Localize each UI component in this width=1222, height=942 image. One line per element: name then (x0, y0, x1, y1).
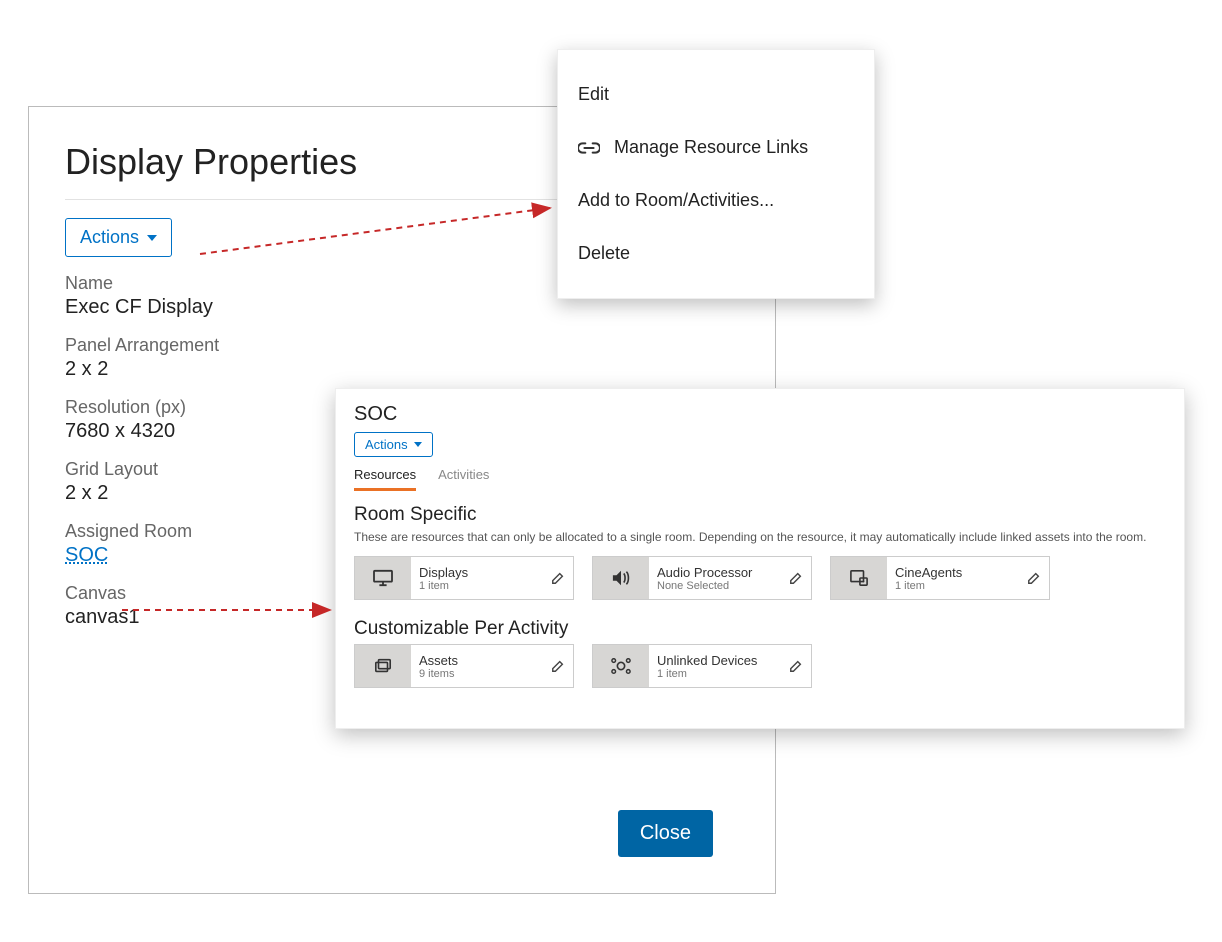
card-cineagents-title: CineAgents (895, 565, 1019, 580)
card-audioproc-sub: None Selected (657, 580, 781, 592)
menu-item-addroom-label: Add to Room/Activities... (578, 190, 774, 211)
card-assets: Assets 9 items (354, 644, 574, 688)
card-displays-title: Displays (419, 565, 543, 580)
menu-item-edit[interactable]: Edit (558, 68, 874, 121)
room-specific-card-row: Displays 1 item Audio Processor None Sel… (354, 556, 1166, 600)
monitor-icon (355, 557, 411, 599)
section-room-specific-heading: Room Specific (354, 504, 1166, 526)
caret-down-icon (147, 235, 157, 241)
soc-actions-label: Actions (365, 437, 408, 452)
agent-icon (831, 557, 887, 599)
edit-assets-button[interactable] (543, 659, 573, 673)
section-room-specific-desc: These are resources that can only be all… (354, 530, 1166, 544)
menu-item-delete[interactable]: Delete (558, 227, 874, 280)
speaker-icon (593, 557, 649, 599)
tab-resources[interactable]: Resources (354, 467, 416, 491)
soc-room-panel: SOC Actions Resources Activities Room Sp… (335, 388, 1185, 729)
actions-dropdown-button[interactable]: Actions (65, 218, 172, 257)
menu-item-manage-label: Manage Resource Links (614, 137, 808, 158)
caret-down-icon (414, 442, 422, 447)
close-button[interactable]: Close (618, 810, 713, 857)
menu-item-manage-resource-links[interactable]: Manage Resource Links (558, 121, 874, 174)
card-cineagents: CineAgents 1 item (830, 556, 1050, 600)
field-value-name: Exec CF Display (65, 296, 739, 319)
menu-item-edit-label: Edit (578, 84, 609, 105)
field-label-arrangement: Panel Arrangement (65, 335, 739, 356)
section-per-activity-heading: Customizable Per Activity (354, 618, 1166, 640)
menu-item-delete-label: Delete (578, 243, 630, 264)
soc-actions-dropdown-button[interactable]: Actions (354, 432, 433, 457)
card-unlinked-devices: Unlinked Devices 1 item (592, 644, 812, 688)
actions-dropdown-menu: Edit Manage Resource Links Add to Room/A… (557, 49, 875, 299)
tab-activities[interactable]: Activities (438, 467, 489, 491)
edit-cineagents-button[interactable] (1019, 571, 1049, 585)
card-unlinked-sub: 1 item (657, 668, 781, 680)
menu-item-add-to-room[interactable]: Add to Room/Activities... (558, 174, 874, 227)
card-unlinked-title: Unlinked Devices (657, 653, 781, 668)
card-audioproc-title: Audio Processor (657, 565, 781, 580)
field-value-arrangement: 2 x 2 (65, 358, 739, 381)
edit-displays-button[interactable] (543, 571, 573, 585)
stack-icon (355, 645, 411, 687)
edit-unlinked-button[interactable] (781, 659, 811, 673)
soc-title: SOC (354, 403, 1166, 426)
per-activity-card-row: Assets 9 items Unlinked Devices 1 item (354, 644, 1166, 688)
card-assets-title: Assets (419, 653, 543, 668)
card-displays-sub: 1 item (419, 580, 543, 592)
card-audio-processor: Audio Processor None Selected (592, 556, 812, 600)
link-icon (578, 141, 600, 155)
card-displays: Displays 1 item (354, 556, 574, 600)
soc-tab-row: Resources Activities (354, 467, 1166, 492)
card-assets-sub: 9 items (419, 668, 543, 680)
edit-audioproc-button[interactable] (781, 571, 811, 585)
actions-label: Actions (80, 227, 139, 248)
devices-icon (593, 645, 649, 687)
card-cineagents-sub: 1 item (895, 580, 1019, 592)
